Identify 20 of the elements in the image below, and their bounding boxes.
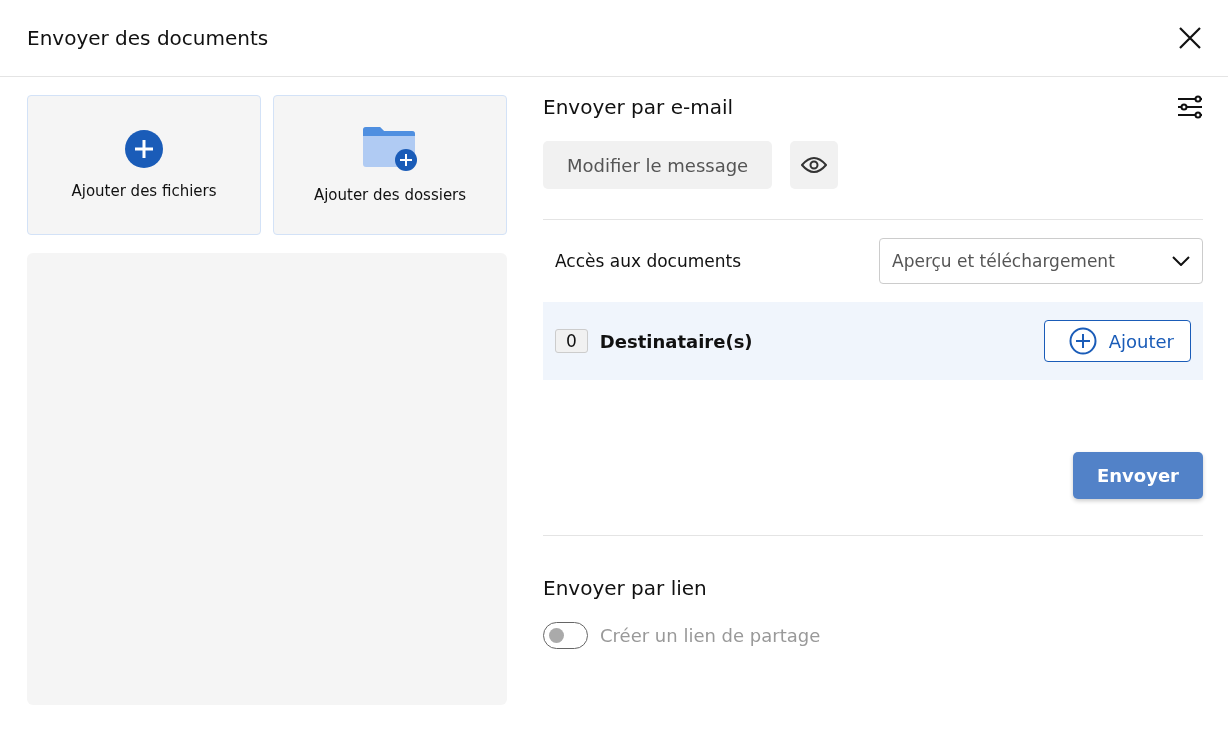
toggle-label: Créer un lien de partage	[600, 625, 821, 646]
recipients-label: Destinataire(s)	[599, 330, 753, 352]
edit-message-button[interactable]: Modifier le message	[543, 141, 773, 189]
plus-circle-icon	[125, 130, 163, 168]
eye-icon	[801, 156, 828, 174]
preview-button[interactable]	[790, 141, 839, 189]
add-recipient-button[interactable]: Ajouter	[1043, 320, 1191, 362]
plus-circle-icon	[1068, 327, 1097, 355]
section-title: Envoyer par e-mail	[543, 95, 733, 119]
chevron-down-icon	[1172, 256, 1190, 266]
folder-add-icon	[361, 126, 419, 172]
add-tile-button[interactable]: Ajouter des fichiers	[27, 95, 261, 235]
recipient-count: 0	[555, 329, 588, 353]
section-title: Envoyer par lien	[543, 576, 707, 600]
access-label: Accès aux documents	[555, 251, 742, 271]
access-dropdown[interactable]: Aperçu et téléchargement	[879, 238, 1203, 284]
settings-sliders-icon[interactable]	[1177, 95, 1203, 119]
dialog-title: Envoyer des documents	[27, 26, 269, 50]
close-icon[interactable]	[1178, 26, 1202, 50]
add-tile-button[interactable]: Ajouter des dossiers	[273, 95, 507, 235]
